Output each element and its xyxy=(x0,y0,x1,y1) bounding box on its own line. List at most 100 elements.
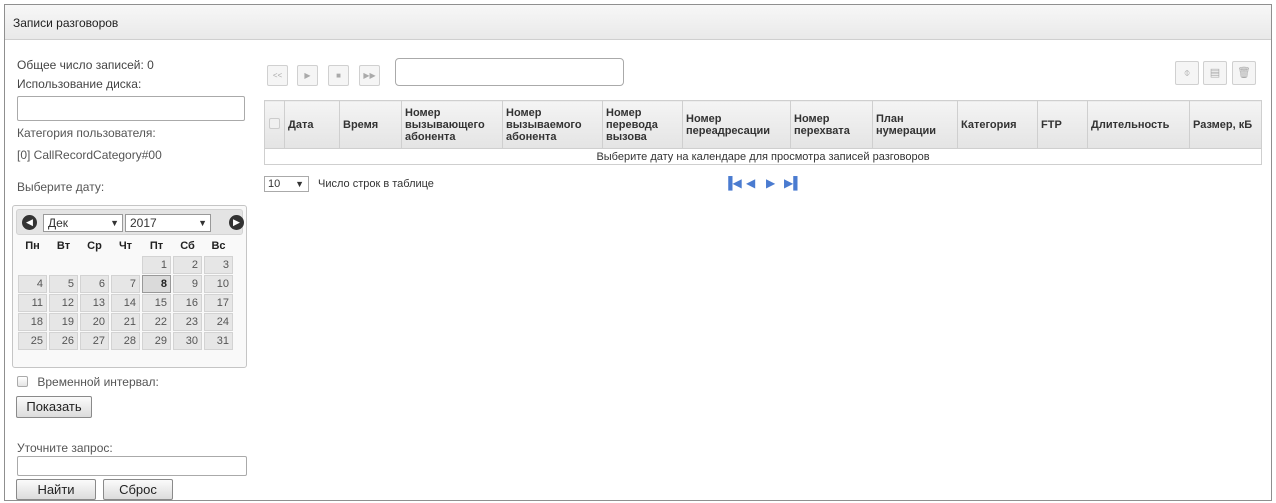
calendar-day[interactable]: 11 xyxy=(18,294,47,312)
next-month-icon[interactable]: ▶ xyxy=(229,215,244,230)
calendar-day[interactable]: 10 xyxy=(204,275,233,293)
time-interval-checkbox[interactable] xyxy=(17,376,28,387)
calendar-grid: Пн Вт Ср Чт Пт Сб Вс 1 2 3 4 5 6 7 8 9 10 11 12 13 14 15 16 17… xyxy=(16,236,235,351)
calendar-day[interactable]: 26 xyxy=(49,332,78,350)
stop-icon[interactable]: ■ xyxy=(328,65,349,86)
page-title: Записи разговоров xyxy=(13,16,119,30)
column-header[interactable]: Номер вызывающего абонента xyxy=(401,100,503,149)
column-header[interactable]: Размер, кБ xyxy=(1189,100,1262,149)
records-table: Дата Время Номер вызывающего абонента Номер… xyxy=(264,100,1262,165)
prev-month-icon[interactable]: ◀ xyxy=(22,215,37,230)
month-select[interactable]: Дек ▼ xyxy=(43,214,123,232)
select-date-label: Выберите дату: xyxy=(17,180,105,194)
calendar-day[interactable]: 21 xyxy=(111,313,140,331)
column-header[interactable]: Номер перехвата xyxy=(790,100,873,149)
calendar-day[interactable]: 13 xyxy=(80,294,109,312)
last-page-icon[interactable]: ▶▌ xyxy=(784,176,802,190)
calendar-day[interactable]: 15 xyxy=(142,294,171,312)
calendar-day[interactable]: 7 xyxy=(111,275,140,293)
chevron-down-icon: ▼ xyxy=(198,218,207,228)
calendar-day[interactable]: 5 xyxy=(49,275,78,293)
disk-usage-field xyxy=(17,96,245,121)
save-icon[interactable]: ▤ xyxy=(1203,61,1227,85)
calendar-day[interactable]: 20 xyxy=(80,313,109,331)
weekday-label: Чт xyxy=(118,240,133,252)
column-header[interactable]: Номер переадресации xyxy=(682,100,791,149)
time-interval-row: Временной интервал: xyxy=(17,375,159,389)
month-select-value: Дек xyxy=(48,216,69,230)
calendar-day[interactable]: 28 xyxy=(111,332,140,350)
weekday-label: Ср xyxy=(87,240,102,252)
empty-table-message: Выберите дату на календаре для просмотра… xyxy=(264,148,1262,165)
calendar-day[interactable]: 22 xyxy=(142,313,171,331)
select-all-checkbox[interactable] xyxy=(269,118,280,129)
time-interval-label: Временной интервал: xyxy=(37,375,159,389)
calendar-day[interactable]: 24 xyxy=(204,313,233,331)
calendar-day[interactable]: 27 xyxy=(80,332,109,350)
calendar-week: 25 26 27 28 29 30 31 xyxy=(18,332,233,350)
rows-per-page-value: 10 xyxy=(268,178,281,190)
find-button[interactable]: Найти xyxy=(16,479,96,500)
year-select-value: 2017 xyxy=(130,216,157,230)
rows-per-page-select[interactable]: 10 ▼ xyxy=(264,176,309,192)
calendar-day[interactable]: 14 xyxy=(111,294,140,312)
user-category-value: [0] CallRecordCategory#00 xyxy=(17,148,162,162)
playback-track-field[interactable] xyxy=(395,58,624,86)
calendar-day[interactable]: 6 xyxy=(80,275,109,293)
calendar-empty-cell xyxy=(18,256,47,274)
prev-page-icon[interactable]: ◀ xyxy=(746,176,755,190)
calendar-day[interactable]: 18 xyxy=(18,313,47,331)
user-category-label: Категория пользователя: xyxy=(17,126,156,140)
calendar-day[interactable]: 25 xyxy=(18,332,47,350)
column-header[interactable]: Длительность xyxy=(1087,100,1190,149)
column-header[interactable]: Дата xyxy=(284,100,340,149)
calendar-week: 123 xyxy=(18,256,233,274)
calendar-day[interactable]: 31 xyxy=(204,332,233,350)
chevron-down-icon: ▼ xyxy=(110,218,119,228)
calendar-empty-cell xyxy=(111,256,140,274)
calendar-empty-cell xyxy=(80,256,109,274)
chevron-down-icon: ▼ xyxy=(295,179,304,189)
fast-forward-icon[interactable]: ▶▶ xyxy=(359,65,380,86)
column-header[interactable]: Время xyxy=(339,100,402,149)
date-picker[interactable]: ◀ Дек ▼ 2017 ▼ ▶ Пн Вт Ср Чт Пт Сб Вс 1234567891… xyxy=(12,205,247,368)
select-all-cell xyxy=(264,100,285,149)
calendar-day[interactable]: 3 xyxy=(204,256,233,274)
rows-per-page-label: Число строк в таблице xyxy=(318,178,434,190)
panel-header: Записи разговоров xyxy=(5,5,1271,40)
calendar-day[interactable]: 30 xyxy=(173,332,202,350)
calendar-day[interactable]: 16 xyxy=(173,294,202,312)
first-page-icon[interactable]: ▐◀ xyxy=(724,176,742,190)
refresh-icon[interactable]: ⌽ xyxy=(1175,61,1199,85)
calendar-day[interactable]: 23 xyxy=(173,313,202,331)
reset-button[interactable]: Сброс xyxy=(103,479,173,500)
calendar-day[interactable]: 2 xyxy=(173,256,202,274)
calendar-day[interactable]: 12 xyxy=(49,294,78,312)
next-page-icon[interactable]: ▶ xyxy=(766,176,775,190)
total-records-text: Общее число записей: 0 xyxy=(17,58,154,72)
calendar-week: 11 12 13 14 15 16 17 xyxy=(18,294,233,312)
play-icon[interactable]: ▶ xyxy=(297,65,318,86)
calendar-week: 18 19 20 21 22 23 24 xyxy=(18,313,233,331)
column-header[interactable]: FTP xyxy=(1037,100,1088,149)
table-row: Выберите дату на календаре для просмотра… xyxy=(264,148,1262,165)
delete-icon[interactable]: 🗑 xyxy=(1232,61,1256,85)
show-button[interactable]: Показать xyxy=(16,396,92,418)
calendar-day[interactable]: 4 xyxy=(18,275,47,293)
column-header[interactable]: Номер вызываемого абонента xyxy=(502,100,603,149)
calendar-day-today[interactable]: 8 xyxy=(142,275,171,293)
calendar-day[interactable]: 1 xyxy=(142,256,171,274)
column-header[interactable]: Категория xyxy=(957,100,1038,149)
column-header[interactable]: Номер перевода вызова xyxy=(602,100,683,149)
calendar-day[interactable]: 9 xyxy=(173,275,202,293)
column-header[interactable]: План нумерации xyxy=(872,100,958,149)
year-select[interactable]: 2017 ▼ xyxy=(125,214,211,232)
refine-query-input[interactable] xyxy=(17,456,247,476)
weekday-label: Пн xyxy=(25,240,40,252)
calendar-day[interactable]: 19 xyxy=(49,313,78,331)
rewind-icon[interactable]: << xyxy=(267,65,288,86)
calendar-header: ◀ Дек ▼ 2017 ▼ ▶ xyxy=(16,209,244,235)
weekday-label: Сб xyxy=(180,240,195,252)
calendar-day[interactable]: 29 xyxy=(142,332,171,350)
calendar-day[interactable]: 17 xyxy=(204,294,233,312)
